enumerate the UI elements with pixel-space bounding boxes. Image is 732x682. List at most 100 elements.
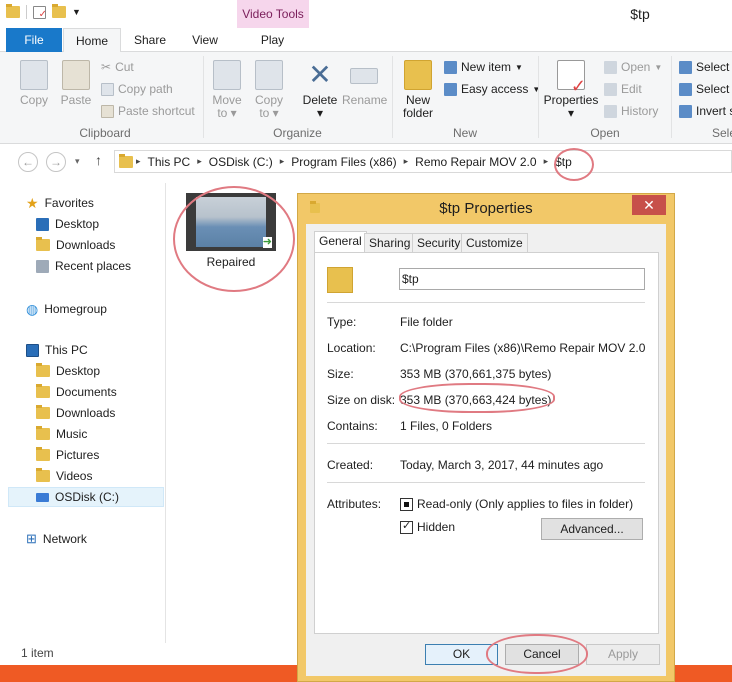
tab-share[interactable]: Share (125, 28, 175, 52)
select-all-icon (679, 60, 692, 74)
size-value: 353 MB (370,661,375 bytes) (400, 367, 552, 381)
created-label: Created: (327, 458, 374, 472)
location-label: Location: (327, 341, 376, 355)
properties-button[interactable]: ✓ Properties ▾ (543, 60, 599, 120)
easy-access-icon (444, 82, 457, 96)
nav-osdisk[interactable]: OSDisk (C:) (8, 487, 164, 507)
downloads-folder-icon (36, 237, 50, 251)
select-group-label: Sele (712, 126, 732, 140)
nav-downloads[interactable]: Downloads (36, 235, 115, 255)
copy-path-button[interactable]: Copy path (101, 82, 173, 96)
new-folder-qat-icon[interactable] (52, 4, 66, 18)
readonly-checkbox[interactable]: Read-only (Only applies to files in fold… (400, 497, 633, 512)
paste-icon (62, 60, 90, 90)
nav-videos[interactable]: Videos (36, 466, 92, 486)
nav-this-pc[interactable]: This PC (26, 340, 88, 360)
nav-pictures[interactable]: Pictures (36, 445, 99, 465)
copy-button[interactable]: Copy (14, 60, 54, 107)
new-folder-button[interactable]: New folder (398, 60, 438, 120)
nav-network[interactable]: ⊞ Network (26, 529, 87, 549)
paste-shortcut-button[interactable]: Paste shortcut (101, 104, 195, 118)
nav-desktop[interactable]: Desktop (36, 214, 99, 234)
hidden-checkbox[interactable]: ✓ Hidden (400, 520, 455, 535)
breadcrumb-this-pc[interactable]: This PC (144, 155, 195, 169)
cut-button[interactable]: ✂ Cut (101, 60, 134, 74)
type-value: File folder (400, 315, 453, 329)
tab-security[interactable]: Security (412, 233, 466, 253)
organize-group-label: Organize (273, 126, 322, 140)
close-icon[interactable]: ✕ (632, 195, 666, 215)
delete-button[interactable]: ✕ Delete ▾ (300, 60, 340, 120)
dialog-title-bar[interactable]: $tp Properties ✕ (298, 194, 674, 222)
address-bar[interactable]: ▸ This PC ▸ OSDisk (C:) ▸ Program Files … (114, 150, 732, 173)
breadcrumb-program-files[interactable]: Program Files (x86) (287, 155, 400, 169)
nav-favorites[interactable]: ★ Favorites (26, 193, 94, 213)
open-icon (604, 60, 617, 74)
properties-qat-icon[interactable]: ✓ (33, 5, 47, 20)
desktop-icon (36, 217, 49, 231)
tab-view[interactable]: View (180, 28, 230, 52)
delete-x-icon: ✕ (308, 59, 332, 90)
copy-path-icon (101, 82, 114, 96)
rename-button[interactable]: Rename (342, 60, 387, 107)
open-button[interactable]: Open ▼ (604, 60, 662, 74)
up-arrow-icon[interactable]: ↑ (95, 152, 102, 168)
large-folder-icon (327, 267, 353, 293)
breadcrumb-osdisk[interactable]: OSDisk (C:) (205, 155, 277, 169)
nav-recent-places[interactable]: Recent places (36, 256, 131, 276)
contains-label: Contains: (327, 419, 378, 433)
new-item-button[interactable]: New item ▼ (444, 60, 523, 74)
general-panel: $tp Type: File folder Location: C:\Progr… (314, 252, 659, 634)
breadcrumb-remo-repair[interactable]: Remo Repair MOV 2.0 (411, 155, 540, 169)
paste-button[interactable]: Paste (56, 60, 96, 107)
select-all-button[interactable]: Select (679, 60, 729, 74)
new-folder-icon (404, 60, 432, 90)
folder-name-input[interactable]: $tp (399, 268, 645, 290)
select-none-button[interactable]: Select (679, 82, 729, 96)
qat-dropdown-icon[interactable]: ▼ (72, 7, 81, 17)
properties-icon: ✓ (557, 60, 586, 95)
scissors-icon: ✂ (101, 60, 112, 74)
ribbon: Copy Paste ✂ Cut Copy path Paste shortcut… (0, 52, 732, 144)
address-folder-icon (119, 153, 133, 168)
window-title: $tp (630, 6, 650, 22)
paste-shortcut-icon (101, 104, 114, 118)
nav-homegroup[interactable]: ◍ Homegroup (26, 299, 107, 319)
back-arrow-icon[interactable]: ← (18, 152, 38, 172)
pictures-folder-icon (36, 447, 50, 461)
nav-music[interactable]: Music (36, 424, 87, 444)
nav-pc-desktop[interactable]: Desktop (36, 361, 100, 381)
properties-dialog: $tp Properties ✕ General Sharing Securit… (297, 193, 675, 682)
hidden-check-indicator: ✓ (400, 520, 413, 535)
attributes-label: Attributes: (327, 497, 382, 511)
recent-locations-chevron-icon[interactable]: ▾ (75, 156, 80, 167)
easy-access-button[interactable]: Easy access ▼ (444, 82, 540, 96)
annotation-circle-file (173, 186, 295, 292)
music-folder-icon (36, 426, 50, 440)
computer-icon (26, 343, 39, 357)
network-icon: ⊞ (26, 531, 37, 546)
apply-button[interactable]: Apply (586, 644, 660, 665)
tab-play[interactable]: Play (245, 28, 300, 52)
open-group-label: Open (590, 126, 620, 140)
tab-general[interactable]: General (314, 231, 367, 253)
copy-to-button[interactable]: Copy to ▾ (250, 60, 288, 120)
item-count: 1 item (21, 646, 54, 660)
tab-home[interactable]: Home (63, 28, 121, 53)
edit-button[interactable]: Edit (604, 82, 642, 96)
contains-value: 1 Files, 0 Folders (400, 419, 493, 433)
invert-selection-button[interactable]: Invert s (679, 104, 732, 118)
nav-documents[interactable]: Documents (36, 382, 117, 402)
tab-sharing[interactable]: Sharing (364, 233, 416, 253)
tab-file[interactable]: File (6, 28, 62, 52)
nav-pc-downloads[interactable]: Downloads (36, 403, 115, 423)
tab-customize[interactable]: Customize (461, 233, 528, 253)
annotation-circle-cancel (486, 634, 588, 674)
history-button[interactable]: History (604, 104, 658, 118)
dialog-body: General Sharing Security Customize $tp T… (306, 224, 666, 676)
advanced-button[interactable]: Advanced... (541, 518, 643, 540)
forward-arrow-icon[interactable]: → (46, 152, 66, 172)
folder-icon (6, 4, 20, 18)
copy-icon (20, 60, 48, 90)
move-to-button[interactable]: Move to ▾ (208, 60, 246, 120)
